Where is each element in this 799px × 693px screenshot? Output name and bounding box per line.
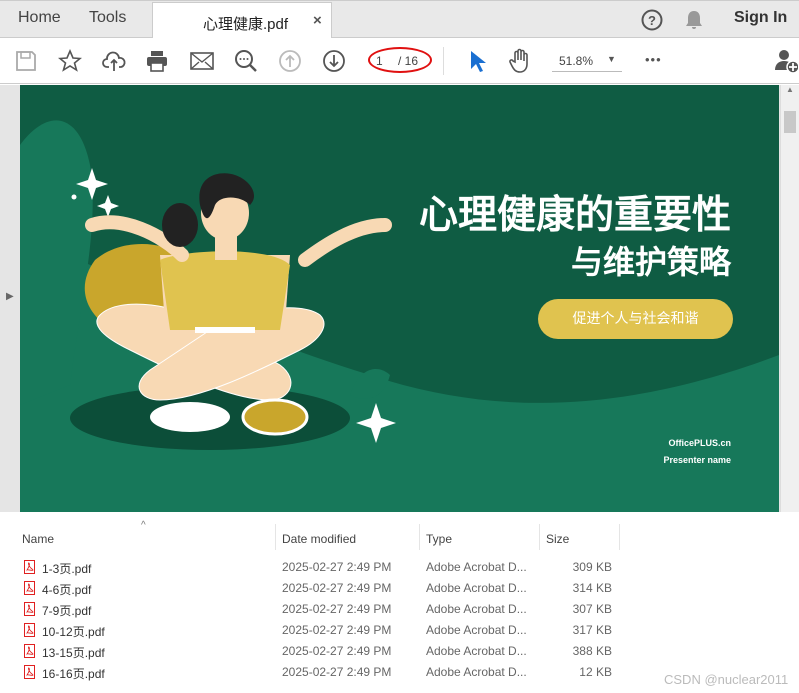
file-name: 13-15页.pdf — [42, 646, 105, 660]
file-date: 2025-02-27 2:49 PM — [282, 602, 392, 616]
pdf-file-icon — [24, 602, 35, 616]
pdf-file-icon — [24, 665, 35, 679]
watermark: CSDN @nuclear2011 — [664, 672, 789, 687]
column-header-name[interactable]: Name — [22, 532, 54, 546]
close-tab-button[interactable]: × — [313, 12, 322, 29]
file-size: 309 KB — [572, 560, 612, 574]
file-explorer: ^ Name Date modified Type Size 1-3页.pdf 2… — [0, 512, 799, 693]
zoom-value: 51.8% — [559, 54, 594, 68]
column-header-size[interactable]: Size — [546, 532, 569, 546]
document-tab-title: 心理健康.pdf — [203, 16, 289, 33]
file-size: 12 KB — [579, 665, 612, 679]
help-icon[interactable]: ? — [641, 9, 663, 31]
pdf-file-icon — [24, 581, 35, 595]
presenter-text: Presenter name — [663, 455, 731, 465]
svg-text:?: ? — [648, 13, 656, 28]
file-date: 2025-02-27 2:49 PM — [282, 644, 392, 658]
page-number-annotation-oval — [368, 47, 432, 73]
toolbar-divider — [443, 47, 444, 75]
hand-tool-icon[interactable] — [508, 48, 532, 73]
column-separator[interactable] — [419, 524, 420, 550]
file-type: Adobe Acrobat D... — [426, 581, 527, 595]
scrollbar-thumb[interactable] — [784, 111, 796, 133]
chevron-down-icon: ▼ — [607, 54, 616, 64]
slide-title: 心理健康的重要性 与维护策略 — [419, 193, 731, 285]
file-size: 314 KB — [572, 581, 612, 595]
pdf-file-icon — [24, 560, 35, 574]
file-size: 317 KB — [572, 623, 612, 637]
file-name: 7-9页.pdf — [42, 604, 92, 618]
sign-in-link[interactable]: Sign In — [734, 9, 787, 27]
share-user-icon[interactable] — [774, 49, 798, 74]
file-row[interactable]: 13-15页.pdf 2025-02-27 2:49 PM Adobe Acroba… — [0, 641, 799, 662]
zoom-dropdown[interactable]: 51.8% ▼ — [552, 52, 622, 72]
tab-home[interactable]: Home — [18, 9, 61, 27]
tab-tools[interactable]: Tools — [89, 9, 126, 27]
brand-text: OfficePLUS.cn — [668, 438, 731, 448]
file-row[interactable]: 10-12页.pdf 2025-02-27 2:49 PM Adobe Acroba… — [0, 620, 799, 641]
file-row[interactable]: 4-6页.pdf 2025-02-27 2:49 PM Adobe Acrobat … — [0, 578, 799, 599]
file-row[interactable]: 1-3页.pdf 2025-02-27 2:49 PM Adobe Acrobat … — [0, 557, 799, 578]
pdf-file-icon — [24, 644, 35, 658]
column-header-date[interactable]: Date modified — [282, 532, 356, 546]
column-separator[interactable] — [619, 524, 620, 550]
tab-document[interactable]: 心理健康.pdf × — [152, 2, 332, 39]
file-type: Adobe Acrobat D... — [426, 644, 527, 658]
slide-subtitle-pill: 促进个人与社会和谐 — [538, 299, 733, 339]
file-name: 1-3页.pdf — [42, 562, 92, 576]
file-name: 16-16页.pdf — [42, 667, 105, 681]
email-icon[interactable] — [190, 49, 214, 73]
sort-ascending-icon: ^ — [141, 520, 146, 531]
column-separator[interactable] — [275, 524, 276, 550]
star-icon[interactable] — [58, 49, 82, 73]
tab-bar: Home Tools 心理健康.pdf × ? Sign In — [0, 0, 799, 39]
file-name: 4-6页.pdf — [42, 583, 92, 597]
file-date: 2025-02-27 2:49 PM — [282, 581, 392, 595]
slide-page: 心理健康的重要性 与维护策略 促进个人与社会和谐 OfficePLUS.cn P… — [20, 85, 779, 512]
column-header-type[interactable]: Type — [426, 532, 452, 546]
file-size: 388 KB — [572, 644, 612, 658]
vertical-scrollbar[interactable]: ▲ — [780, 85, 799, 512]
bell-icon[interactable] — [684, 9, 704, 31]
previous-page-icon[interactable] — [278, 49, 302, 73]
document-viewer: ▶ 心理健康的重要性 与维护策略 促进个人与社会和谐 OfficePLUS.cn… — [0, 85, 799, 512]
select-tool-icon[interactable] — [465, 49, 489, 73]
scroll-up-icon[interactable]: ▲ — [786, 85, 794, 94]
file-type: Adobe Acrobat D... — [426, 665, 527, 679]
print-icon[interactable] — [145, 49, 169, 73]
file-date: 2025-02-27 2:49 PM — [282, 665, 392, 679]
expand-panel-icon[interactable]: ▶ — [6, 291, 14, 302]
cloud-upload-icon[interactable] — [102, 49, 126, 73]
file-row[interactable]: 7-9页.pdf 2025-02-27 2:49 PM Adobe Acrobat … — [0, 599, 799, 620]
file-type: Adobe Acrobat D... — [426, 623, 527, 637]
file-size: 307 KB — [572, 602, 612, 616]
file-date: 2025-02-27 2:49 PM — [282, 623, 392, 637]
next-page-icon[interactable] — [322, 49, 346, 73]
slide-title-line-1: 心理健康的重要性 — [418, 193, 731, 238]
file-name: 10-12页.pdf — [42, 625, 105, 639]
column-separator[interactable] — [539, 524, 540, 550]
pdf-file-icon — [24, 623, 35, 637]
file-type: Adobe Acrobat D... — [426, 560, 527, 574]
more-tools-button[interactable]: ••• — [645, 52, 662, 67]
slide-title-line-2: 与维护策略 — [570, 243, 731, 281]
file-type: Adobe Acrobat D... — [426, 602, 527, 616]
file-date: 2025-02-27 2:49 PM — [282, 560, 392, 574]
slide-footer: OfficePLUS.cn Presenter name — [663, 435, 731, 469]
save-icon[interactable] — [14, 49, 38, 73]
find-icon[interactable] — [234, 49, 258, 73]
